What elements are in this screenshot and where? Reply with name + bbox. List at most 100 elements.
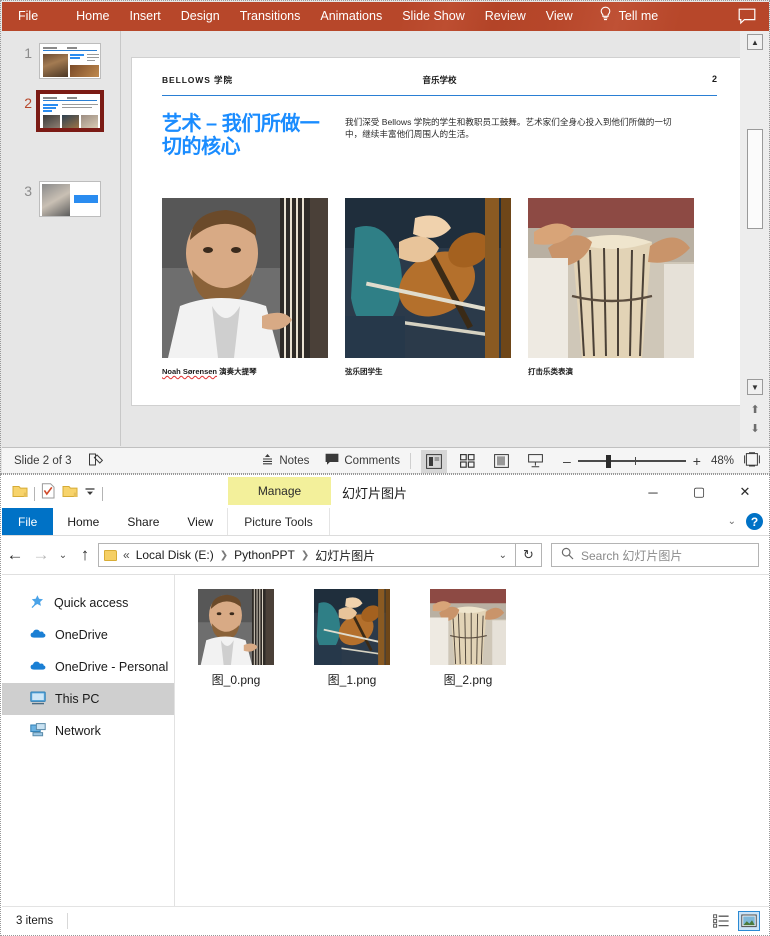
file-name-label[interactable]: 图_0.png [212,671,261,688]
back-button[interactable]: ← [2,545,28,565]
zoom-in-button[interactable]: + [693,453,701,469]
powerpoint-status-bar: Slide 2 of 3 Notes Comments – + 48% [2,447,769,473]
address-dropdown-chevron-down-icon[interactable]: ⌄ [491,550,515,561]
nav-item-onedrive-personal[interactable]: OneDrive - Personal [2,651,174,683]
slide-photo-cell[interactable]: 弦乐团学生 [345,198,511,377]
breadcrumb-segment-current[interactable]: 幻灯片图片 [315,547,375,564]
slide-vertical-scrollbar[interactable]: ▲ ▼ ⬆ ⬇ [740,31,769,446]
slide-thumbnail-3[interactable]: 3 [12,181,101,217]
manage-contextual-tab[interactable]: Manage [228,477,331,505]
file-name-label[interactable]: 图_1.png [328,671,377,688]
zoom-level-label[interactable]: 48% [711,455,734,467]
explorer-tab-file[interactable]: File [2,508,54,535]
ribbon-tab-home[interactable]: Home [66,2,119,31]
nav-item-this-pc[interactable]: This PC [2,683,174,715]
view-normal-button[interactable] [420,449,447,473]
ribbon-tab-design[interactable]: Design [171,2,230,31]
ribbon-tab-view[interactable]: View [536,2,583,31]
slide-photo-drummer[interactable] [528,198,694,358]
ribbon-tab-review[interactable]: Review [475,2,536,31]
slide-body-paragraph[interactable]: 我们深受 Bellows 学院的学生和教职员工鼓舞。艺术家们全身心投入到他们所做… [345,116,680,140]
comments-icon[interactable] [325,453,339,469]
file-item-2[interactable]: 图_2.png [421,589,515,688]
search-input[interactable]: Search 幻灯片图片 [551,543,759,567]
quick-access-toolbar[interactable] [12,483,103,504]
ribbon-tab-animations[interactable]: Animations [310,2,392,31]
slide-photo-cell[interactable]: Noah Sørensen 演奏大提琴 [162,198,328,377]
notes-button-label[interactable]: Notes [279,455,309,467]
scroll-down-button[interactable]: ▼ [747,379,763,395]
maximize-button[interactable]: ▢ [676,477,722,507]
ribbon-tab-transitions[interactable]: Transitions [230,2,311,31]
ribbon-tab-file[interactable]: File [8,2,48,31]
recent-locations-chevron-down-icon[interactable]: ⌄ [54,550,72,561]
view-slide-sorter-button[interactable] [455,450,481,473]
view-reading-button[interactable] [489,450,515,473]
view-slideshow-button[interactable] [523,450,549,473]
explorer-tab-share[interactable]: Share [113,508,173,535]
slide-thumbnail-preview[interactable] [39,43,101,79]
notes-icon[interactable] [261,453,274,469]
nav-item-quick-access[interactable]: Quick access [2,587,174,619]
file-list-pane[interactable]: 图_0.png 图_1.png 图_2.png [175,575,769,906]
nav-item-onedrive[interactable]: OneDrive [2,619,174,651]
breadcrumb-chevron-icon[interactable]: ❯ [301,550,309,561]
slide-canvas[interactable]: BELLOWS 学院 音乐学校 2 艺术 – 我们所做一切的核心 我们深受 Be… [131,57,748,406]
forward-button[interactable]: → [28,545,54,565]
file-item-0[interactable]: 图_0.png [189,589,283,688]
slide-thumbnail-preview[interactable] [39,181,101,217]
file-thumbnail[interactable] [198,589,274,665]
refresh-button[interactable]: ↻ [516,543,542,567]
slide-title[interactable]: 艺术 – 我们所做一切的核心 [162,113,322,159]
previous-slide-button[interactable]: ⬆ [747,403,763,416]
slide-photo-row: Noah Sørensen 演奏大提琴 弦乐团学生 打击乐类表演 [162,198,719,377]
tell-me-group[interactable]: Tell me [599,2,659,31]
breadcrumb-segment-pythonppt[interactable]: PythonPPT [234,548,295,562]
expand-ribbon-chevron-down-icon[interactable]: ⌄ [728,516,736,527]
slide-thumbnail-pane[interactable]: 1 2 3 [2,31,120,446]
folder-icon[interactable] [12,484,28,504]
breadcrumb-chevron-icon[interactable]: ❯ [220,550,228,561]
properties-icon[interactable] [41,483,56,504]
slide-photo-cell[interactable]: 打击乐类表演 [528,198,694,377]
file-thumbnail[interactable] [430,589,506,665]
close-button[interactable]: ✕ [722,477,768,507]
details-view-icon[interactable] [710,911,732,931]
next-slide-button[interactable]: ⬇ [747,422,763,435]
comments-button-label[interactable]: Comments [344,455,400,467]
file-thumbnail[interactable] [314,589,390,665]
nav-item-network[interactable]: Network [2,715,174,747]
network-icon [30,722,46,740]
picture-tools-tab[interactable]: Picture Tools [227,508,330,535]
breadcrumb-overflow-icon[interactable]: « [123,548,130,562]
large-icons-view-icon[interactable] [738,910,760,931]
slide-thumbnail-2[interactable]: 2 [12,90,104,132]
customize-qat-chevron-down-icon[interactable] [84,485,96,503]
fit-to-window-icon[interactable] [744,452,760,470]
minimize-button[interactable]: ─ [630,477,676,507]
comment-balloon-icon[interactable] [738,8,756,30]
slide-thumbnail-1[interactable]: 1 [12,43,101,79]
scroll-up-button[interactable]: ▲ [747,34,763,50]
ribbon-tab-insert[interactable]: Insert [120,2,171,31]
file-name-label[interactable]: 图_2.png [444,671,493,688]
slide-photo-cellist[interactable] [162,198,328,358]
explorer-tab-view[interactable]: View [173,508,227,535]
slide-thumbnail-preview-selected[interactable] [36,90,104,132]
breadcrumb-segment-drive[interactable]: Local Disk (E:) [136,548,214,562]
zoom-slider-handle[interactable] [605,455,611,468]
help-icon[interactable]: ? [746,513,763,530]
scrollbar-thumb[interactable] [747,129,763,229]
new-folder-icon[interactable] [62,484,78,504]
tell-me-label[interactable]: Tell me [619,2,659,31]
breadcrumb-bar[interactable]: « Local Disk (E:) ❯ PythonPPT ❯ 幻灯片图片 ⌄ [98,543,516,567]
spell-check-icon[interactable] [88,452,105,470]
explorer-tab-home[interactable]: Home [53,508,113,535]
zoom-slider[interactable] [577,455,686,468]
ribbon-tab-slide-show[interactable]: Slide Show [392,2,475,31]
file-item-1[interactable]: 图_1.png [305,589,399,688]
navigation-pane: Quick access OneDrive OneDrive - Persona… [2,575,174,906]
zoom-out-button[interactable]: – [563,453,571,469]
up-button[interactable]: ↑ [72,545,98,565]
slide-photo-violinists[interactable] [345,198,511,358]
